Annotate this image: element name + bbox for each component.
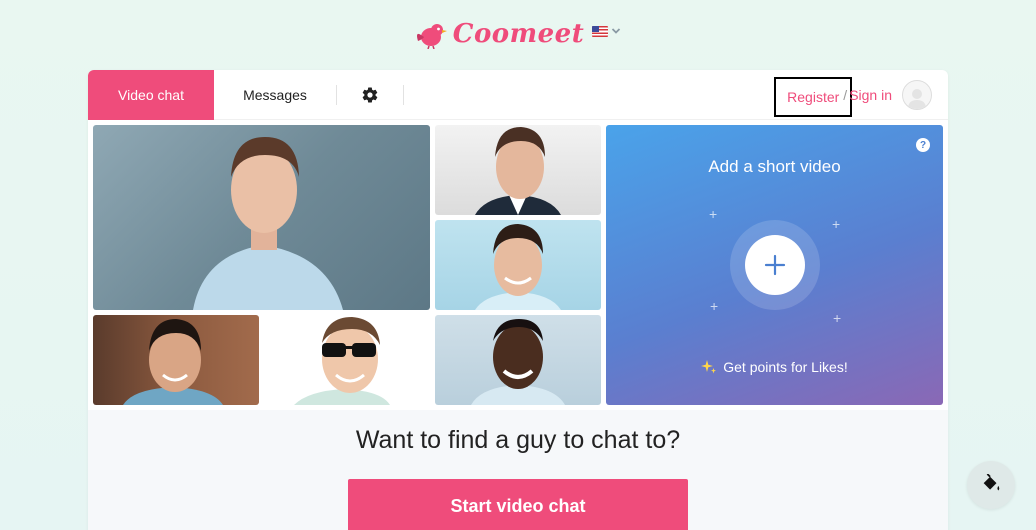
register-link[interactable]: Register — [774, 77, 853, 117]
tab-messages[interactable]: Messages — [214, 70, 336, 120]
add-video-title: Add a short video — [708, 157, 841, 176]
sparkle-icon: + — [832, 216, 841, 232]
person-photo — [475, 127, 561, 215]
sign-in-link[interactable]: Sign in — [849, 87, 892, 103]
theme-button[interactable] — [967, 461, 1015, 509]
points-hint: Get points for Likes! — [606, 359, 943, 375]
user-photo[interactable] — [264, 315, 430, 405]
user-photo[interactable] — [435, 125, 601, 215]
sparkle-icon: + — [709, 206, 718, 222]
person-photo — [475, 224, 561, 310]
plus-icon — [764, 254, 786, 276]
paint-bucket-icon — [983, 474, 1000, 491]
user-silhouette-icon — [908, 89, 926, 109]
sparkles-icon — [701, 360, 717, 374]
settings-button[interactable] — [337, 70, 403, 120]
us-flag-icon — [592, 25, 609, 37]
bird-logo-icon — [416, 24, 447, 49]
user-photo[interactable] — [93, 315, 259, 405]
add-video-ring — [730, 220, 820, 310]
avatar[interactable] — [902, 80, 932, 110]
person-photo — [294, 317, 390, 405]
points-text: Get points for Likes! — [723, 359, 848, 375]
person-photo — [471, 319, 565, 405]
chevron-down-icon — [612, 28, 621, 34]
sparkle-icon: + — [833, 310, 842, 326]
user-photo-main[interactable] — [93, 125, 430, 310]
start-video-chat-button[interactable]: Start video chat — [348, 479, 688, 530]
brand-name: Coomeet — [452, 19, 585, 49]
add-video-panel: Add a short video ? + + + + Get points f… — [606, 125, 943, 405]
cta-title: Want to find a guy to chat to? — [355, 426, 681, 454]
top-nav: Video chat Messages Register / Sign in — [88, 70, 948, 120]
add-video-button[interactable] — [745, 235, 805, 295]
person-photo — [123, 319, 223, 405]
person-photo — [193, 137, 343, 310]
auth-separator: / — [843, 87, 848, 103]
help-icon[interactable]: ? — [916, 138, 930, 152]
auth-links: Register / Sign in — [774, 70, 932, 120]
gear-icon — [362, 86, 378, 103]
logo[interactable]: Coomeet — [415, 19, 584, 49]
header: Coomeet — [0, 14, 1036, 54]
sparkle-icon: + — [710, 298, 719, 314]
tab-video-chat[interactable]: Video chat — [88, 70, 214, 120]
cta-section: Want to find a guy to chat to? Start vid… — [88, 410, 948, 530]
user-photo[interactable] — [435, 220, 601, 310]
main-card: Video chat Messages Register / Sign in A… — [88, 70, 948, 530]
language-selector[interactable] — [592, 25, 621, 37]
divider — [403, 84, 404, 105]
user-photo[interactable] — [435, 315, 601, 405]
